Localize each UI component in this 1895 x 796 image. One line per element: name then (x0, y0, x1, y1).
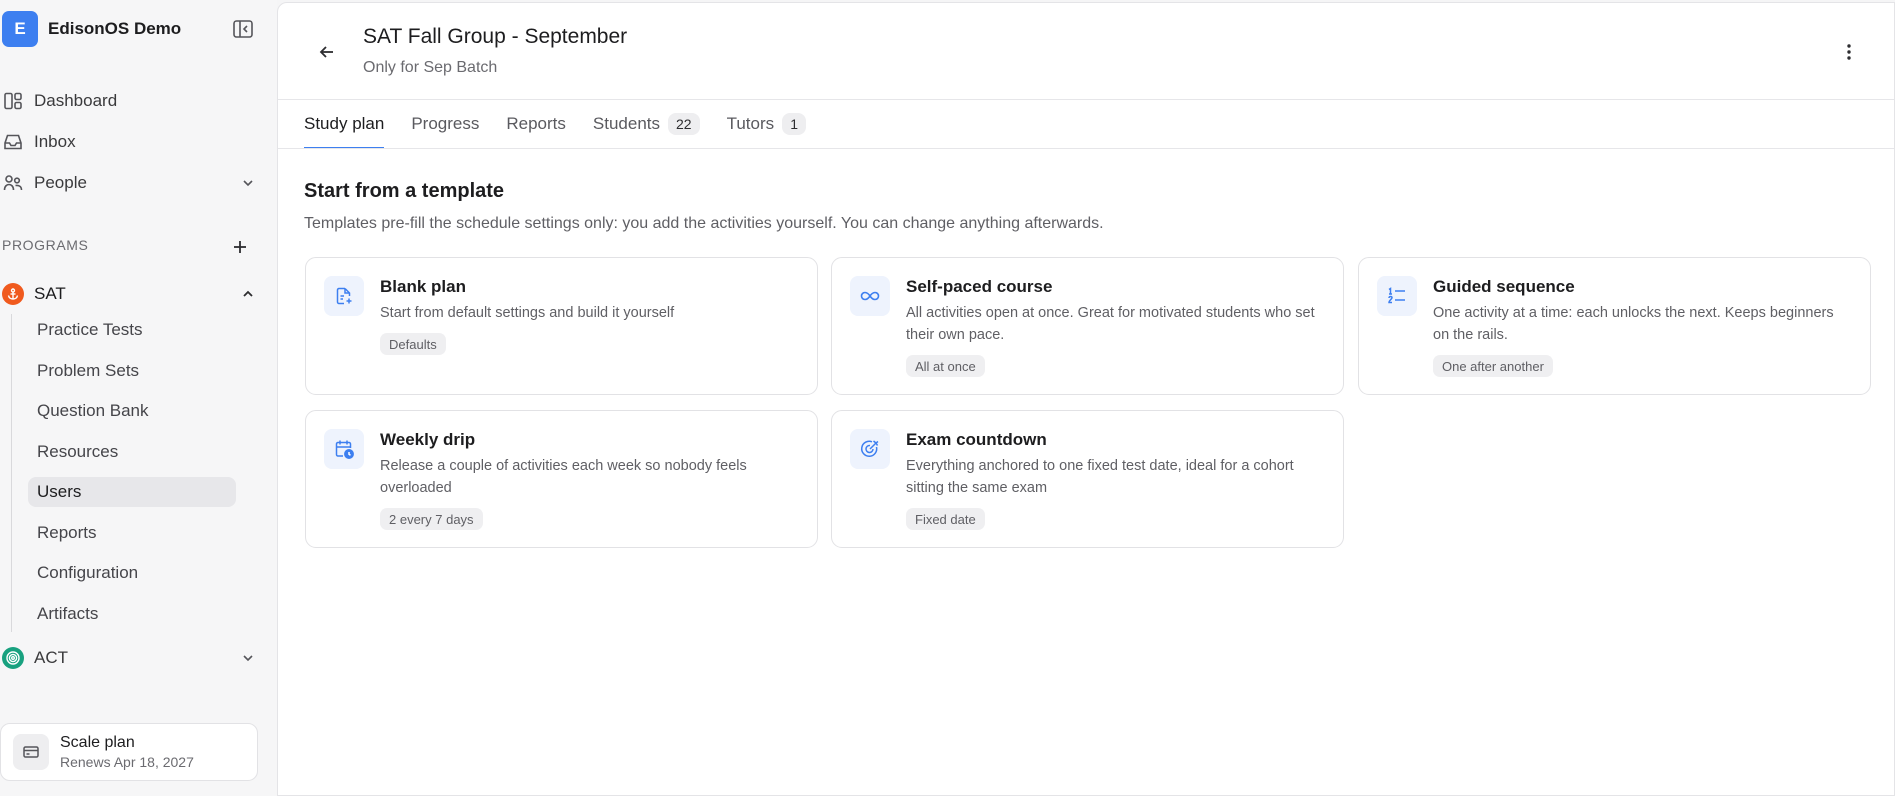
card-chip: 2 every 7 days (380, 508, 483, 530)
back-arrow-icon[interactable] (316, 41, 338, 63)
people-icon (2, 172, 24, 194)
card-description: Release a couple of activities each week… (380, 458, 747, 496)
card-chip: All at once (906, 355, 985, 377)
chevron-down-icon[interactable] (240, 650, 256, 666)
card-title: Blank plan (380, 277, 466, 296)
sat-program-icon (2, 283, 24, 305)
sidebar-item-users[interactable]: Users (28, 477, 236, 507)
card-chip: One after another (1433, 355, 1553, 377)
plan-title: Scale plan (60, 734, 135, 751)
tab-students[interactable]: Students 22 (593, 99, 700, 149)
sidebar-item-practice-tests[interactable]: Practice Tests (28, 315, 236, 345)
card-description: Start from default settings and build it… (380, 305, 675, 321)
tab-reports[interactable]: Reports (506, 99, 566, 149)
card-title: Weekly drip (380, 430, 476, 449)
section-title: Start from a template (304, 180, 505, 202)
page-subtitle: Only for Sep Batch (363, 59, 498, 76)
programs-section-label: PROGRAMS (2, 237, 89, 253)
card-title: Exam countdown (906, 430, 1047, 449)
credit-card-icon (13, 734, 49, 770)
chevron-up-icon[interactable] (240, 286, 256, 302)
card-description: Everything anchored to one fixed test da… (906, 458, 1294, 496)
plan-card[interactable]: Scale plan Renews Apr 18, 2027 (0, 723, 258, 781)
ordered-list-icon (1377, 276, 1417, 316)
tab-label: Reports (506, 114, 566, 133)
tab-label: Study plan (304, 114, 385, 133)
workspace-switcher[interactable]: E EdisonOS Demo (2, 10, 181, 48)
target-icon (850, 429, 890, 469)
sidebar-item-configuration[interactable]: Configuration (28, 558, 236, 588)
tab-progress[interactable]: Progress (411, 99, 479, 149)
tab-label: Tutors (726, 114, 775, 133)
template-card-blank-plan[interactable]: Blank plan Start from default settings a… (305, 257, 818, 395)
add-program-icon[interactable] (230, 237, 250, 257)
tabs-divider (278, 148, 1894, 149)
card-title: Self-paced course (906, 277, 1053, 296)
dashboard-icon (2, 90, 24, 112)
tab-study-plan[interactable]: Study plan (304, 99, 385, 149)
program-label: SAT (34, 284, 66, 303)
tab-bar: Study plan Progress Reports Students 22 T… (304, 99, 833, 149)
template-card-exam-countdown[interactable]: Exam countdown Everything anchored to on… (831, 410, 1344, 548)
sidebar: E EdisonOS Demo Dashboard Inbox People P… (0, 0, 277, 796)
students-count-badge: 22 (668, 113, 700, 135)
card-description: One activity at a time: each unlocks the… (1433, 305, 1834, 343)
program-label: ACT (34, 648, 68, 667)
workspace-name: EdisonOS Demo (48, 19, 182, 38)
sidebar-item-resources[interactable]: Resources (28, 437, 236, 467)
document-plus-icon (324, 276, 364, 316)
card-chip: Fixed date (906, 508, 985, 530)
sidebar-item-question-bank[interactable]: Question Bank (28, 396, 236, 426)
card-description: All activities open at once. Great for m… (906, 305, 1315, 343)
act-program-icon (2, 647, 24, 669)
calendar-clock-icon (324, 429, 364, 469)
sidebar-item-inbox[interactable]: Inbox (2, 127, 256, 157)
tab-label: Progress (411, 114, 480, 133)
chevron-down-icon[interactable] (240, 175, 256, 191)
template-card-weekly-drip[interactable]: Weekly drip Release a couple of activiti… (305, 410, 818, 548)
collapse-sidebar-icon[interactable] (232, 18, 254, 40)
program-sat[interactable]: SAT (2, 279, 256, 309)
sidebar-item-artifacts[interactable]: Artifacts (28, 599, 236, 629)
sidebar-item-people[interactable]: People (2, 168, 256, 198)
section-description: Templates pre-fill the schedule settings… (304, 215, 1104, 232)
page-title: SAT Fall Group - September (363, 25, 628, 48)
tab-label: Students (592, 114, 661, 133)
sidebar-item-dashboard[interactable]: Dashboard (2, 86, 256, 116)
tab-tutors[interactable]: Tutors 1 (727, 99, 807, 149)
card-chip: Defaults (380, 333, 446, 355)
sidebar-item-label: People (34, 173, 87, 192)
subnav-guide-line (11, 314, 12, 632)
template-card-guided-sequence[interactable]: Guided sequence One activity at a time: … (1358, 257, 1871, 395)
workspace-logo: E (2, 11, 38, 47)
sidebar-item-label: Inbox (34, 132, 76, 151)
plan-renewal: Renews Apr 18, 2027 (60, 754, 194, 770)
sidebar-item-reports[interactable]: Reports (28, 518, 236, 548)
infinity-icon (850, 276, 890, 316)
inbox-icon (2, 131, 24, 153)
tutors-count-badge: 1 (782, 113, 807, 135)
program-act[interactable]: ACT (2, 643, 256, 673)
template-card-self-paced-course[interactable]: Self-paced course All activities open at… (831, 257, 1344, 395)
main-panel: SAT Fall Group - September Only for Sep … (277, 2, 1895, 796)
card-title: Guided sequence (1433, 277, 1575, 296)
more-options-icon[interactable] (1838, 41, 1860, 63)
sidebar-item-problem-sets[interactable]: Problem Sets (28, 356, 236, 386)
sidebar-item-label: Dashboard (34, 91, 118, 110)
